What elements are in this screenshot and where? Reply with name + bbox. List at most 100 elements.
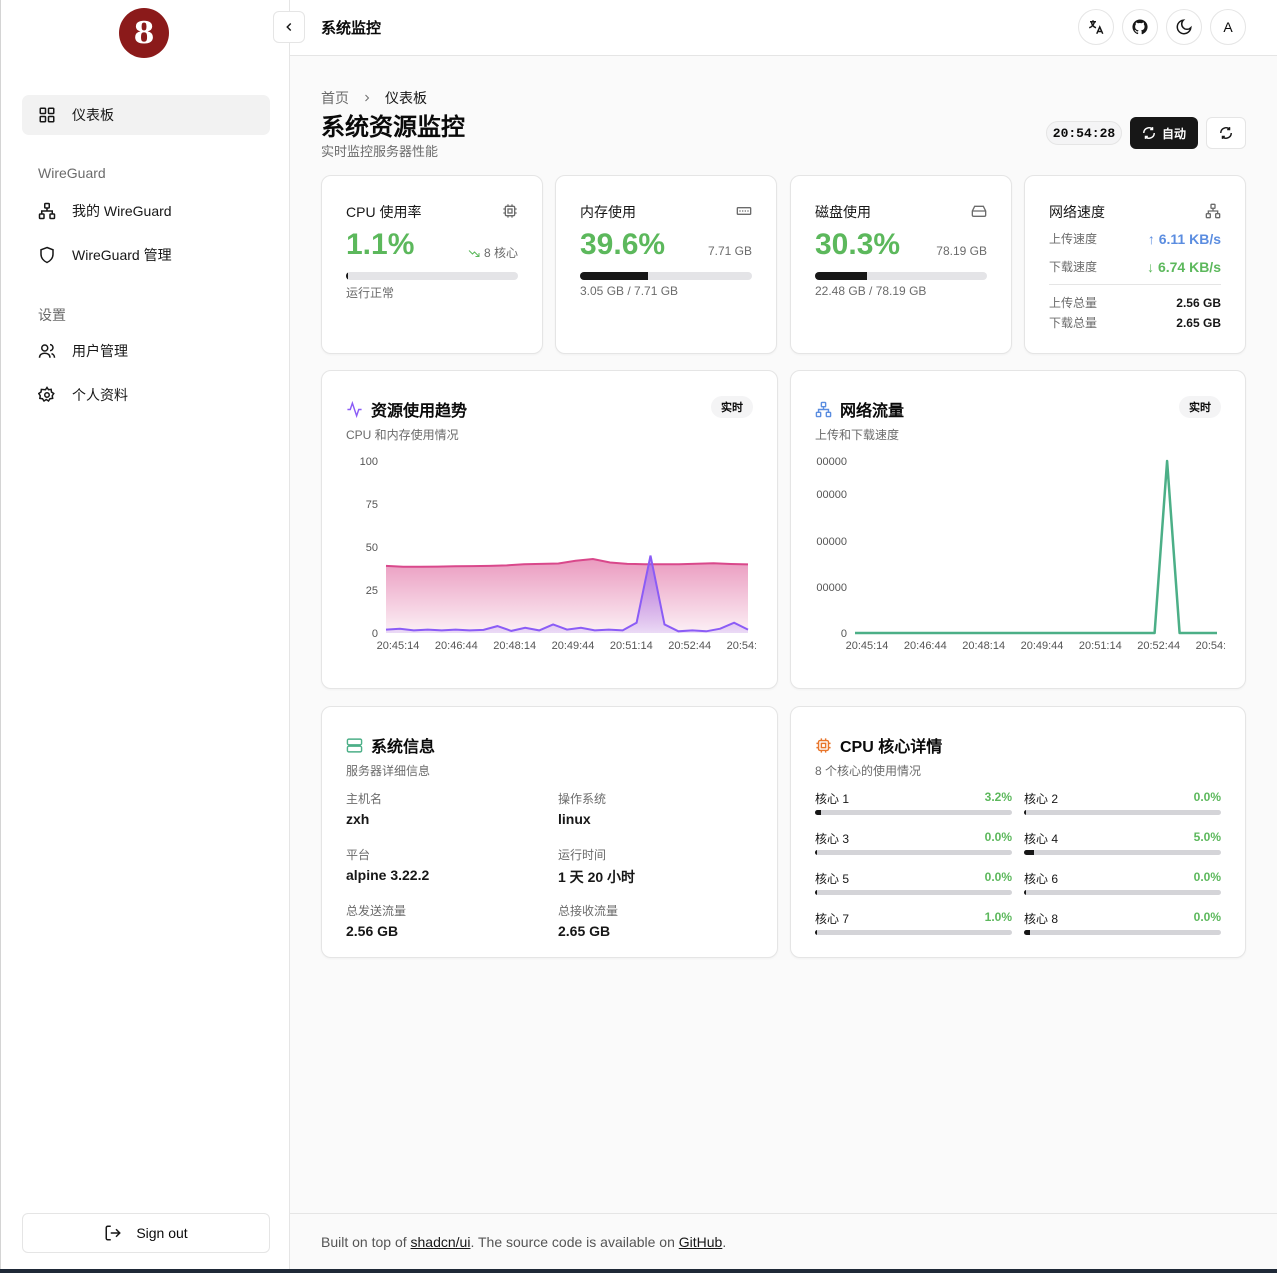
y-tick-label: 00000 — [816, 456, 847, 468]
core-progress-bar — [815, 850, 1012, 855]
avatar-letter: A — [1223, 19, 1233, 35]
cpu-core-2: 核心 2 0.0% — [1024, 790, 1221, 822]
system-info-header: 系统信息 — [346, 733, 435, 757]
cpu-core-5: 核心 5 0.0% — [815, 870, 1012, 902]
footer-prefix: Built on top of — [321, 1234, 411, 1250]
upload-speed-row: 上传速度 ↑ 6.11 KB/s — [1049, 230, 1221, 247]
shadcn-link[interactable]: shadcn/ui — [411, 1234, 471, 1250]
x-tick-label: 20:54:28 — [1196, 640, 1225, 652]
trending-down-icon — [468, 249, 480, 257]
github-button[interactable] — [1122, 9, 1158, 45]
core-progress-bar — [1024, 890, 1221, 895]
core-progress-bar — [1024, 810, 1221, 815]
sidebar-item-dashboard[interactable]: 仪表板 — [22, 95, 270, 135]
upload-total-value: 2.56 GB — [1176, 295, 1221, 310]
system-info-subtitle: 服务器详细信息 — [346, 764, 431, 778]
download-speed-value: ↓ 6.74 KB/s — [1147, 258, 1221, 275]
x-tick-label: 20:49:44 — [552, 640, 595, 652]
core-progress-bar — [815, 930, 1012, 935]
total-received-label: 总接收流量 — [558, 904, 619, 918]
series-area-1 — [386, 559, 748, 633]
sidebar-item-label: 用户管理 — [72, 343, 128, 359]
disk-total-label: 78.19 GB — [936, 244, 987, 258]
core-progress-bar — [1024, 930, 1221, 935]
page-subtitle: 实时监控服务器性能 — [321, 144, 439, 159]
core-progress-fill — [815, 810, 822, 815]
github-link[interactable]: GitHub — [679, 1234, 723, 1250]
x-tick-label: 20:45:14 — [846, 640, 889, 652]
x-tick-label: 20:51:14 — [610, 640, 653, 652]
core-name: 核心 6 — [1024, 872, 1059, 886]
wireguard-logo[interactable]: 8 — [119, 8, 169, 58]
y-tick-label: 00000 — [816, 582, 847, 594]
bottom-border — [0, 1269, 1277, 1273]
memory-detail-text: 3.05 GB / 7.71 GB — [580, 284, 679, 298]
y-tick-label: 0 — [372, 628, 378, 640]
refresh-button[interactable] — [1206, 117, 1246, 149]
y-tick-label: 50 — [366, 542, 378, 554]
page-footer: Built on top of shadcn/ui. The source co… — [290, 1213, 1277, 1273]
x-tick-label: 20:52:44 — [1137, 640, 1180, 652]
uptime-label: 运行时间 — [558, 848, 607, 862]
language-button[interactable] — [1078, 9, 1114, 45]
download-total-label: 下载总量 — [1049, 316, 1098, 330]
core-name: 核心 8 — [1024, 912, 1059, 926]
auto-refresh-button[interactable]: 自动 — [1130, 117, 1198, 149]
network-traffic-header: 网络流量 — [815, 397, 904, 421]
core-progress-fill — [815, 850, 817, 855]
download-total-row: 下载总量 2.65 GB — [1049, 314, 1221, 331]
realtime-badge: 实时 — [711, 396, 753, 418]
user-avatar[interactable]: A — [1210, 9, 1246, 45]
sidebar: 8 仪表板 WireGuard 我的 WireGuard WireGuard 管… — [0, 0, 290, 1273]
github-icon — [1132, 19, 1148, 35]
upload-speed-text: 6.11 KB/s — [1158, 230, 1221, 247]
gear-icon — [38, 386, 55, 403]
cpu-core-1: 核心 1 3.2% — [815, 790, 1012, 822]
system-info-title: 系统信息 — [371, 739, 436, 756]
cpu-progress-fill — [346, 272, 349, 280]
sign-out-label: Sign out — [136, 1225, 188, 1241]
core-name: 核心 4 — [1024, 832, 1059, 846]
sidebar-item-wireguard-admin[interactable]: WireGuard 管理 — [22, 235, 270, 275]
disk-progress-fill — [815, 272, 868, 280]
hostname-value: zxh — [346, 811, 370, 827]
logout-icon — [105, 1225, 122, 1241]
core-progress-fill — [1024, 810, 1026, 815]
network-icon — [38, 202, 56, 220]
current-time-badge: 20:54:28 — [1046, 121, 1122, 145]
core-progress-bar — [815, 810, 1012, 815]
x-tick-label: 20:52:44 — [668, 640, 711, 652]
total-sent-label: 总发送流量 — [346, 904, 407, 918]
network-traffic-card: 网络流量 上传和下载速度 实时 0 00000 00000 00000 00000 20:… — [790, 370, 1246, 689]
cpu-core-7: 核心 7 1.0% — [815, 910, 1012, 942]
collapse-sidebar-button[interactable] — [273, 11, 305, 43]
upload-speed-value: ↑ 6.11 KB/s — [1147, 230, 1221, 247]
sign-out-button[interactable]: Sign out — [22, 1213, 270, 1253]
x-tick-label: 20:48:14 — [493, 640, 536, 652]
breadcrumb-home[interactable]: 首页 — [321, 88, 349, 108]
network-traffic-subtitle: 上传和下载速度 — [815, 428, 900, 442]
sidebar-item-my-wireguard[interactable]: 我的 WireGuard — [22, 191, 270, 231]
memory-usage-value: 39.6% — [580, 228, 666, 261]
x-tick-label: 20:46:44 — [904, 640, 947, 652]
total-sent-value: 2.56 GB — [346, 923, 399, 939]
main-content: 首页 仪表板 系统资源监控 实时监控服务器性能 20:54:28 自动 CPU … — [290, 57, 1277, 1213]
memory-icon — [736, 207, 752, 215]
network-speed-card: 网络速度 上传速度 ↑ 6.11 KB/s 下载速度 ↓ 6.74 KB/s 上… — [1024, 175, 1246, 354]
resource-trend-card: 资源使用趋势 CPU 和内存使用情况 实时 0 25 50 75 100 20:45:14… — [321, 370, 778, 689]
theme-toggle-button[interactable] — [1166, 9, 1202, 45]
disk-card-title: 磁盘使用 — [815, 204, 871, 220]
cpu-core-8: 核心 8 0.0% — [1024, 910, 1221, 942]
core-name: 核心 1 — [815, 792, 850, 806]
sidebar-item-users[interactable]: 用户管理 — [22, 331, 270, 371]
cpu-usage-card: CPU 使用率 1.1% 8 核心 运行正常 — [321, 175, 543, 354]
sidebar-item-profile[interactable]: 个人资料 — [22, 375, 270, 415]
auto-refresh-icon — [1143, 127, 1155, 139]
resource-trend-title: 资源使用趋势 — [371, 403, 468, 420]
realtime-badge: 实时 — [1179, 396, 1221, 418]
auto-refresh-label: 自动 — [1161, 126, 1186, 141]
x-tick-label: 20:49:44 — [1021, 640, 1064, 652]
disk-usage-card: 磁盘使用 30.3% 78.19 GB 22.48 GB / 78.19 GB — [790, 175, 1012, 354]
resource-trend-chart: 0 25 50 75 100 20:45:14 20:46:44 20:48:14 20:49:… — [360, 456, 756, 652]
network-series-line — [855, 459, 1217, 635]
